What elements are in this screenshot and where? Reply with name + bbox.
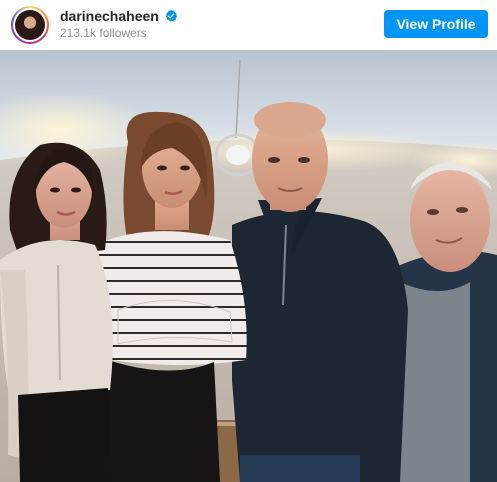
post-header: darinechaheen 213.1k followers View Prof… bbox=[0, 0, 497, 50]
view-profile-button[interactable]: View Profile bbox=[384, 10, 488, 38]
avatar[interactable] bbox=[11, 6, 49, 44]
instagram-embed: darinechaheen 213.1k followers View Prof… bbox=[0, 0, 497, 482]
follower-count: 213.1k followers bbox=[60, 26, 147, 40]
verified-badge-icon bbox=[165, 9, 177, 22]
group-photo bbox=[0, 50, 497, 482]
post-image[interactable] bbox=[0, 50, 497, 482]
avatar-image bbox=[15, 10, 45, 40]
username-row: darinechaheen bbox=[60, 8, 178, 24]
username[interactable]: darinechaheen bbox=[60, 8, 159, 24]
